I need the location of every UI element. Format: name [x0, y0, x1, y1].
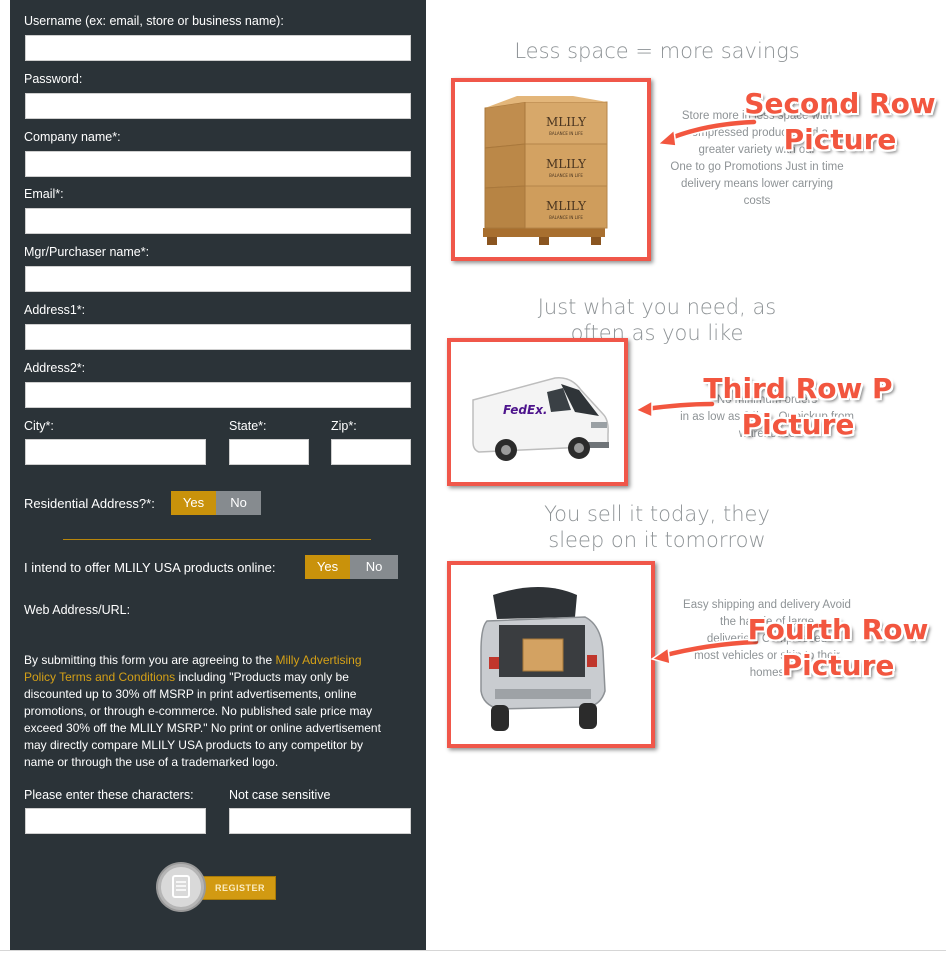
car-trunk-picture	[447, 561, 655, 748]
city-field[interactable]	[25, 439, 206, 465]
email-field[interactable]	[25, 208, 411, 234]
online-toggle: Yes No	[305, 555, 398, 579]
mlily-brand: MLILY	[546, 157, 587, 171]
terms-text: By submitting this form you are agreeing…	[24, 652, 396, 771]
annotation-line: Fourth Row	[747, 613, 929, 646]
address1-field[interactable]	[25, 324, 411, 350]
document-icon	[158, 864, 204, 910]
username-label: Username (ex: email, store or business n…	[24, 14, 284, 28]
terms-body: including "Products may only be discount…	[24, 670, 381, 769]
heading-line: Just what you need, as	[537, 295, 777, 319]
company-field[interactable]	[25, 151, 411, 177]
divider	[63, 539, 371, 540]
annotation-fourth-row: Fourth Row Picture	[740, 612, 936, 684]
residential-label: Residential Address?*:	[24, 496, 155, 511]
state-label: State*:	[229, 419, 267, 433]
online-yes-button[interactable]: Yes	[305, 555, 350, 579]
mlily-brand: MLILY	[546, 115, 587, 129]
residential-no-button[interactable]: No	[216, 491, 261, 515]
state-field[interactable]	[229, 439, 309, 465]
online-label: I intend to offer MLILY USA products onl…	[24, 560, 276, 575]
residential-yes-button[interactable]: Yes	[171, 491, 216, 515]
city-label: City*:	[24, 419, 54, 433]
mlily-tagline: BALANCE IN LIFE	[549, 131, 583, 136]
residential-toggle: Yes No	[171, 491, 261, 515]
address2-label: Address2*:	[24, 361, 86, 375]
password-label: Password:	[24, 72, 83, 86]
case-field[interactable]	[229, 808, 411, 834]
delivery-van-picture: FedEx.	[447, 338, 628, 486]
company-label: Company name*:	[24, 130, 121, 144]
registration-form: Username (ex: email, store or business n…	[10, 0, 426, 950]
arrow-icon	[656, 118, 758, 147]
annotation-line: Picture	[783, 123, 897, 156]
terms-intro: By submitting this form you are agreeing…	[24, 653, 276, 667]
zip-label: Zip*:	[331, 419, 357, 433]
captcha-field[interactable]	[25, 808, 206, 834]
annotation-line: Picture	[741, 408, 855, 441]
username-field[interactable]	[25, 35, 411, 61]
email-label: Email*:	[24, 187, 64, 201]
mlily-tagline: BALANCE IN LIFE	[549, 215, 583, 220]
fedex-logo: FedEx.	[503, 403, 548, 417]
mgr-label: Mgr/Purchaser name*:	[24, 245, 150, 259]
mgr-field[interactable]	[25, 266, 411, 292]
heading-line: sleep on it tomorrow	[548, 528, 766, 552]
annotation-line: Third Row P	[703, 372, 893, 405]
heading-line: You sell it today, they	[544, 502, 770, 526]
mlily-tagline: BALANCE IN LIFE	[549, 173, 583, 178]
annotation-line: Second Row	[744, 87, 936, 120]
pallet-boxes-picture: MLILY MLILY MLILY BALANCE IN LIFE BALANC…	[451, 78, 651, 261]
annotation-second-row: Second Row Picture	[744, 86, 936, 158]
section-heading-savings: Less space = more savings	[514, 39, 800, 63]
page-bottom-border	[0, 950, 946, 951]
password-field[interactable]	[25, 93, 411, 119]
web-address-label: Web Address/URL:	[24, 603, 131, 617]
desc-line: costs	[743, 195, 771, 207]
captcha-label: Please enter these characters:	[24, 788, 194, 802]
online-no-button[interactable]: No	[350, 555, 398, 579]
mlily-brand: MLILY	[546, 199, 587, 213]
annotation-third-row: Third Row P Picture	[700, 371, 896, 443]
address1-label: Address1*:	[24, 303, 86, 317]
register-button[interactable]: REGISTER	[158, 864, 276, 910]
annotation-line: Picture	[781, 649, 895, 682]
zip-field[interactable]	[331, 439, 411, 465]
address2-field[interactable]	[25, 382, 411, 408]
desc-line: One to go Promotions Just in time	[670, 161, 844, 173]
case-note-label: Not case sensitive	[229, 788, 331, 802]
desc-line: delivery means lower carrying	[680, 178, 834, 190]
section-heading-sleep: You sell it today, they sleep on it tomo…	[450, 501, 864, 553]
